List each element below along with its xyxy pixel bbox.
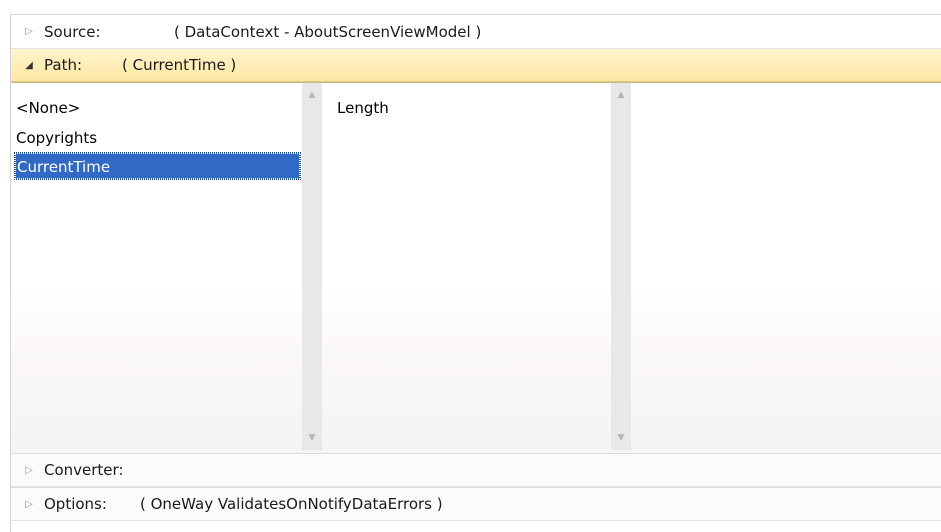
scroll-down-arrow-icon[interactable]: ▼	[302, 430, 322, 446]
source-row[interactable]: ▷ Source: ( DataContext - AboutScreenVie…	[11, 15, 941, 49]
binding-editor-panel: ▷ Source: ( DataContext - AboutScreenVie…	[10, 14, 941, 532]
subproperty-list-scrollbar[interactable]: ▲ ▼	[611, 83, 631, 450]
list-item[interactable]: Length	[328, 93, 611, 123]
expand-triangle-icon[interactable]: ▷	[24, 465, 34, 476]
collapse-triangle-icon[interactable]: ◢	[24, 60, 34, 71]
scroll-up-arrow-icon[interactable]: ▲	[611, 87, 631, 103]
path-value: ( CurrentTime )	[122, 56, 237, 74]
list-item-selected[interactable]: CurrentTime	[14, 152, 301, 180]
converter-label: Converter:	[44, 461, 124, 479]
source-value: ( DataContext - AboutScreenViewModel )	[174, 22, 482, 41]
property-list[interactable]: <None> Copyrights CurrentTime	[11, 83, 301, 454]
options-label: Options:	[44, 495, 107, 513]
options-value: ( OneWay ValidatesOnNotifyDataErrors )	[140, 495, 443, 513]
expand-triangle-icon[interactable]: ▷	[24, 499, 34, 510]
path-editor-content: <None> Copyrights CurrentTime ▲ ▼ Length…	[11, 82, 941, 454]
path-label: Path:	[44, 56, 83, 74]
expand-triangle-icon[interactable]: ▷	[24, 26, 34, 37]
converter-row[interactable]: ▷ Converter:	[11, 453, 941, 487]
options-row[interactable]: ▷ Options: ( OneWay ValidatesOnNotifyDat…	[11, 487, 941, 521]
path-row[interactable]: ◢ Path: ( CurrentTime )	[11, 49, 941, 82]
property-list-scrollbar[interactable]: ▲ ▼	[302, 83, 322, 450]
subproperty-list[interactable]: Length	[328, 83, 611, 454]
scroll-down-arrow-icon[interactable]: ▼	[611, 430, 631, 446]
scroll-up-arrow-icon[interactable]: ▲	[302, 87, 322, 103]
source-label: Source:	[44, 22, 101, 41]
list-item[interactable]: Copyrights	[11, 123, 301, 153]
list-item[interactable]: <None>	[11, 93, 301, 123]
